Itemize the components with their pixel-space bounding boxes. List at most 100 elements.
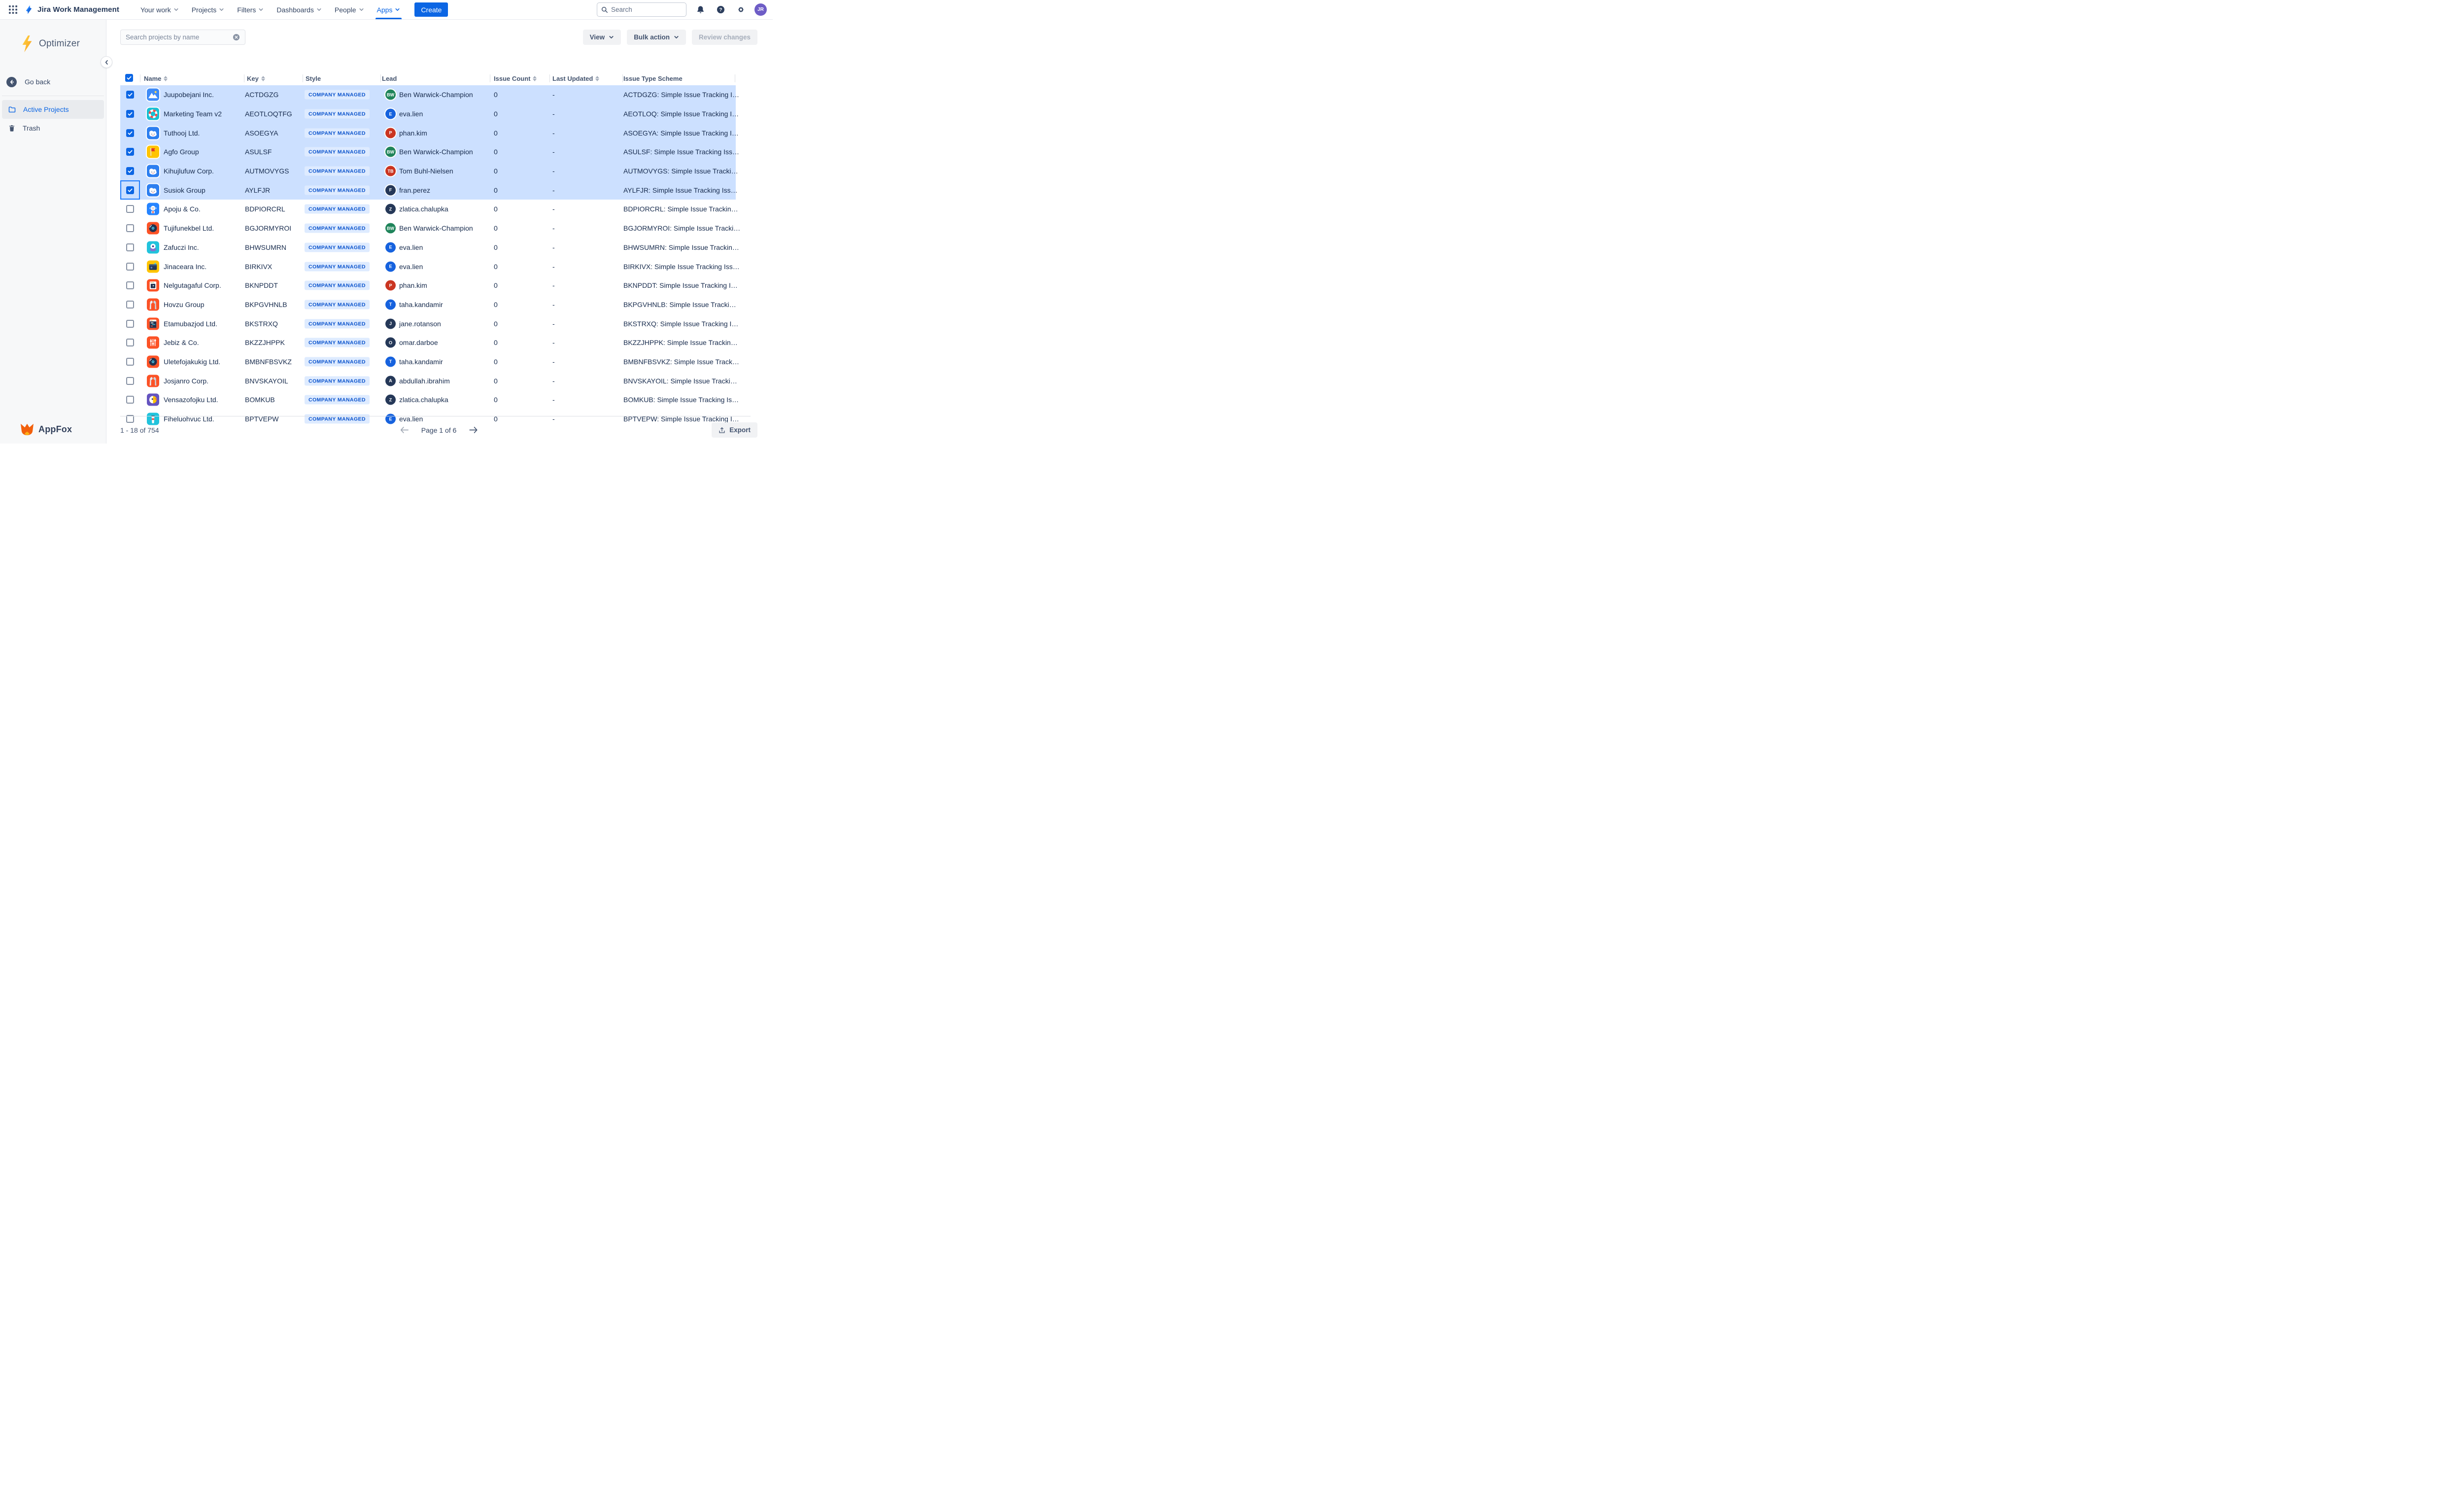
nav-item-projects[interactable]: Projects (185, 0, 231, 19)
project-avatar-parrot-icon (147, 394, 159, 406)
review-changes-button[interactable]: Review changes (692, 30, 757, 45)
row-checkbox[interactable] (126, 129, 134, 137)
row-checkbox[interactable] (126, 205, 134, 213)
nav-item-people[interactable]: People (328, 0, 371, 19)
row-checkbox[interactable] (126, 281, 134, 289)
nav-item-label: Your work (140, 6, 171, 14)
create-button[interactable]: Create (414, 2, 448, 17)
nav-item-your-work[interactable]: Your work (134, 0, 185, 19)
top-navbar: Jira Work Management Your work ProjectsFi… (0, 0, 773, 20)
global-search[interactable] (597, 2, 686, 17)
issue-count: 0 (494, 243, 498, 251)
project-name: Jinaceara Inc. (164, 263, 206, 271)
nav-item-dashboards[interactable]: Dashboards (270, 0, 328, 19)
issue-type-scheme: AEOTLOQ: Simple Issue Tracking I… (623, 110, 739, 118)
issue-type-scheme: BKPGVHNLB: Simple Issue Tracki… (623, 301, 736, 309)
row-checkbox[interactable] (126, 148, 134, 156)
notifications-icon[interactable] (694, 3, 707, 16)
table-row: Susiok GroupAYLFJRCOMPANY MANAGEDFfran.p… (120, 180, 736, 200)
svg-text:?: ? (719, 7, 722, 13)
jira-brand[interactable]: Jira Work Management (24, 4, 119, 15)
issue-count: 0 (494, 91, 498, 99)
lead-avatar: BW (385, 147, 396, 157)
last-updated: - (552, 358, 555, 366)
app-switcher-icon[interactable] (6, 3, 20, 17)
project-avatar-sliders-icon (147, 337, 159, 349)
project-name: Tuthooj Ltd. (164, 129, 200, 137)
project-search[interactable] (120, 30, 245, 45)
row-checkbox[interactable] (126, 358, 134, 366)
next-page-icon[interactable] (469, 427, 478, 433)
row-checkbox[interactable] (126, 243, 134, 251)
style-badge: COMPANY MANAGED (305, 262, 370, 271)
issue-count: 0 (494, 129, 498, 137)
nav-item-filters[interactable]: Filters (231, 0, 270, 19)
last-updated: - (552, 396, 555, 404)
sidebar-item-trash[interactable]: Trash (2, 119, 104, 137)
row-checkbox[interactable] (126, 301, 134, 309)
view-button[interactable]: View (583, 30, 621, 45)
export-button[interactable]: Export (712, 422, 757, 438)
column-header-label: Key (247, 75, 259, 82)
project-search-input[interactable] (126, 34, 233, 41)
row-checkbox[interactable] (126, 263, 134, 271)
column-header-style[interactable]: Style (306, 72, 321, 85)
last-updated: - (552, 320, 555, 328)
table-row: Nelgutagaful Corp.BKNPDDTCOMPANY MANAGED… (120, 276, 773, 295)
column-header-last-updated[interactable]: Last Updated (552, 72, 599, 85)
style-badge: COMPANY MANAGED (305, 281, 370, 290)
sidebar-item-active-projects[interactable]: Active Projects (2, 100, 104, 119)
column-separator (380, 74, 381, 82)
go-back-label: Go back (25, 78, 50, 86)
clear-search-icon[interactable] (233, 34, 240, 41)
lead-name: phan.kim (399, 281, 427, 289)
column-header-name[interactable]: Name (144, 72, 168, 85)
sidebar-collapse-button[interactable] (101, 56, 112, 68)
row-checkbox[interactable] (126, 167, 134, 175)
issue-count: 0 (494, 281, 498, 289)
column-header-key[interactable]: Key (247, 72, 265, 85)
column-header-issue-type-scheme[interactable]: Issue Type Scheme (623, 72, 683, 85)
lead-name: phan.kim (399, 129, 427, 137)
settings-gear-icon[interactable] (734, 3, 747, 16)
project-key: BGJORMYROI (245, 224, 291, 232)
row-checkbox[interactable] (126, 186, 134, 194)
help-icon[interactable]: ? (714, 3, 727, 16)
lead-avatar: T (385, 356, 396, 367)
lead-avatar: T (385, 299, 396, 309)
fox-icon (20, 423, 34, 436)
style-badge: COMPANY MANAGED (305, 185, 370, 195)
row-checkbox[interactable] (126, 377, 134, 385)
column-header-lead[interactable]: Lead (382, 72, 397, 85)
issue-count: 0 (494, 110, 498, 118)
project-key: BHWSUMRN (245, 243, 286, 251)
row-checkbox[interactable] (126, 110, 134, 118)
select-all-checkbox[interactable] (125, 74, 133, 82)
row-checkbox[interactable] (126, 320, 134, 328)
jira-logo-icon (24, 4, 34, 15)
column-header-issue-count[interactable]: Issue Count (494, 72, 537, 85)
lead-avatar: J (385, 318, 396, 329)
style-badge: COMPANY MANAGED (305, 395, 370, 405)
bulk-action-label: Bulk action (634, 34, 670, 41)
row-checkbox[interactable] (126, 339, 134, 346)
project-name: Apoju & Co. (164, 205, 201, 213)
table-actions: View Bulk action Review changes (583, 30, 757, 45)
lead-avatar: TB (385, 166, 396, 176)
chevron-down-icon (395, 7, 400, 12)
chevron-down-icon (258, 7, 264, 12)
last-updated: - (552, 129, 555, 137)
global-search-input[interactable] (611, 6, 675, 13)
user-avatar[interactable]: JR (754, 3, 767, 16)
row-checkbox[interactable] (126, 91, 134, 99)
go-back-button[interactable]: Go back (0, 74, 106, 90)
table-header: Name Key Style Lead Issue Count Last Updated I… (120, 72, 773, 85)
style-badge: COMPANY MANAGED (305, 90, 370, 100)
nav-item-apps[interactable]: Apps (371, 0, 407, 19)
column-separator (622, 74, 623, 82)
bulk-action-button[interactable]: Bulk action (627, 30, 686, 45)
prev-page-icon[interactable] (400, 427, 409, 433)
row-checkbox[interactable] (126, 224, 134, 232)
row-checkbox[interactable] (126, 396, 134, 404)
project-avatar-alien-icon (147, 241, 159, 253)
